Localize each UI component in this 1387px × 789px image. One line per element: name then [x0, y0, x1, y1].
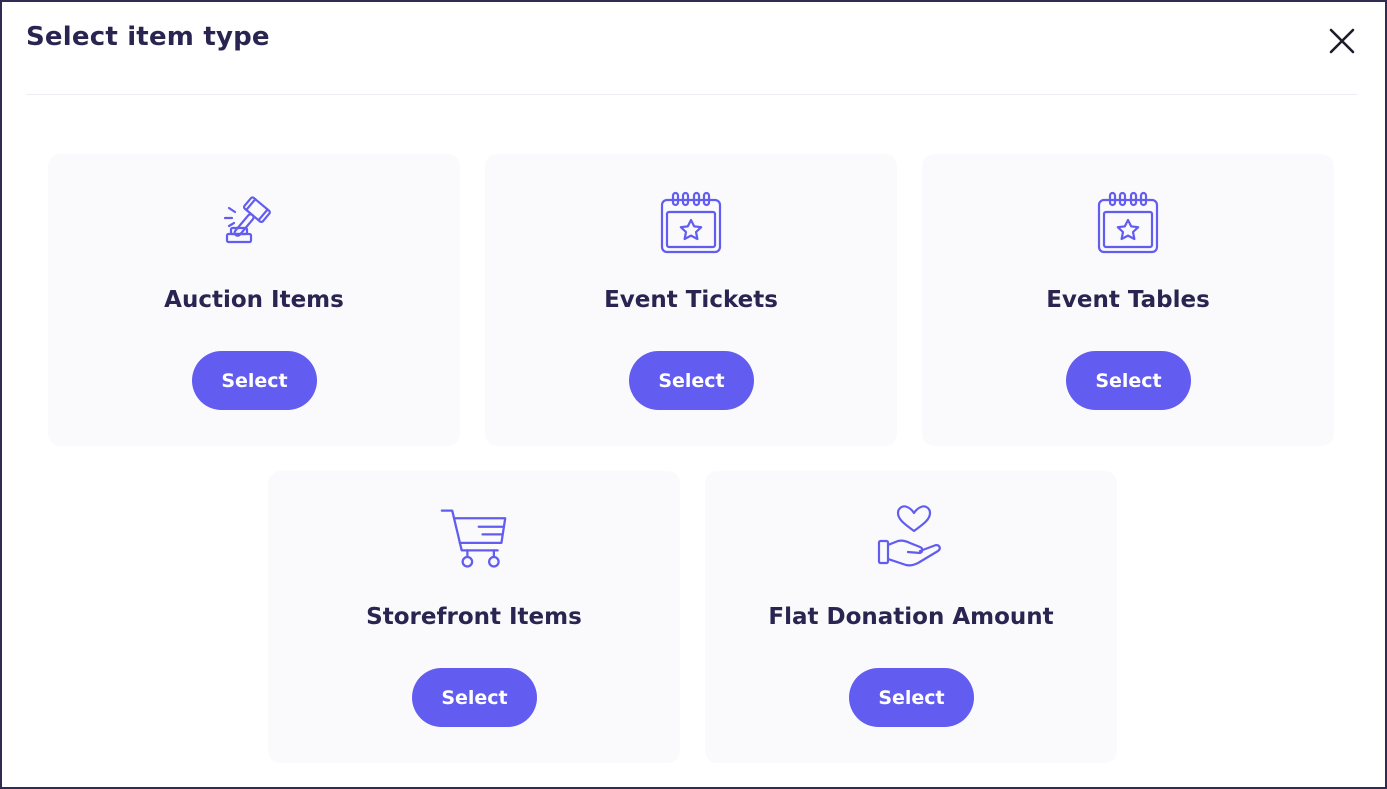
- card-event-tickets: Event Tickets Select: [485, 154, 897, 446]
- card-label: Event Tables: [1046, 287, 1210, 313]
- select-auction-items-button[interactable]: Select: [192, 351, 317, 410]
- select-event-tables-button[interactable]: Select: [1066, 351, 1191, 410]
- calendar-star-icon: [660, 191, 722, 254]
- select-flat-donation-amount-button[interactable]: Select: [849, 668, 974, 727]
- hand-heart-icon: [877, 505, 941, 567]
- select-storefront-items-button[interactable]: Select: [412, 668, 537, 727]
- card-auction-items: Auction Items Select: [48, 154, 460, 446]
- card-flat-donation-amount: Flat Donation Amount Select: [705, 471, 1117, 763]
- card-event-tables: Event Tables Select: [922, 154, 1334, 446]
- shopping-cart-icon: [440, 509, 507, 568]
- header-divider: [26, 94, 1357, 95]
- dialog-header: Select item type: [26, 22, 1357, 62]
- select-item-type-dialog: Select item type Auction Items Select Ev…: [0, 0, 1387, 789]
- calendar-star-icon: [1097, 191, 1159, 254]
- card-label: Event Tickets: [604, 287, 778, 313]
- card-label: Auction Items: [164, 287, 344, 313]
- card-label: Storefront Items: [366, 604, 582, 630]
- close-button[interactable]: [1327, 26, 1357, 56]
- close-icon: [1329, 28, 1355, 54]
- card-storefront-items: Storefront Items Select: [268, 471, 680, 763]
- gavel-icon: [223, 196, 271, 244]
- dialog-title: Select item type: [26, 22, 270, 52]
- card-label: Flat Donation Amount: [768, 604, 1054, 630]
- select-event-tickets-button[interactable]: Select: [629, 351, 754, 410]
